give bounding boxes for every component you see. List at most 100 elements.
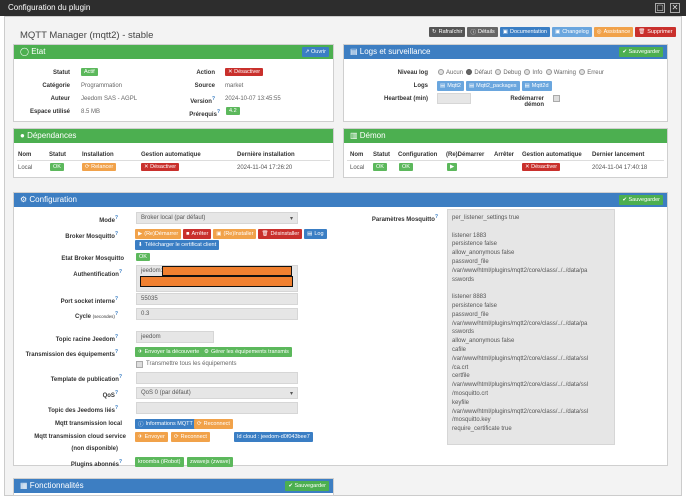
redacted-block: [140, 276, 293, 287]
logs-save-button[interactable]: ✔ Sauvegarder: [619, 47, 663, 57]
fonctionnalites-title: Fonctionnalités: [29, 481, 84, 490]
deactivate-plugin-button[interactable]: ✕ Désactiver: [225, 68, 264, 76]
list-icon: ▣: [554, 29, 561, 35]
download-cert-button[interactable]: ⬇ Télécharger le certificat client: [135, 240, 220, 250]
delete-button[interactable]: 🗑 Supprimer: [635, 27, 676, 37]
info-icon: ⓘ: [470, 30, 476, 36]
info-mqtt-button[interactable]: ⓘ Informations MQTT: [135, 419, 196, 429]
help-icon: ?: [114, 215, 118, 221]
action-label: Action: [196, 70, 215, 76]
template-label: Template de publication?: [50, 374, 122, 383]
deps-col-gestion: Gestion automatique: [141, 152, 201, 158]
espace-value: 8.5 MB: [81, 109, 101, 115]
auth-label: Authentification?: [73, 269, 122, 278]
demon-deactivate-button[interactable]: ✕ Désactiver: [522, 163, 561, 171]
chevron-down-icon: ▾: [289, 216, 293, 222]
reconnect-cloud-button[interactable]: ⟳ Reconnect: [171, 432, 210, 442]
help-icon: ?: [434, 214, 438, 220]
broker-restart-button[interactable]: ▶ (Re)Démarrer: [135, 229, 182, 239]
send-discovery-button[interactable]: ✈ Envoyer la découverte: [135, 347, 203, 357]
cycle-input[interactable]: 0.3: [136, 308, 298, 320]
broker-install-button[interactable]: ▣ (Re)Installer: [213, 229, 257, 239]
config-save-button[interactable]: ✔ Sauvegarder: [619, 195, 663, 205]
statut-label: Statut: [53, 70, 70, 76]
details-button[interactable]: ⓘ Détails: [467, 27, 498, 37]
log-mqtt2-packages-button[interactable]: ▤ Mqtt2_packages: [465, 81, 520, 91]
prereq-label: Prérequis?: [189, 109, 220, 118]
etat-title: Etat: [31, 47, 46, 56]
log-mqtt2-button[interactable]: ▤ Mqtt2: [437, 81, 464, 91]
page-title: MQTT Manager (mqtt2) - stable: [20, 30, 154, 41]
heartbeat-input[interactable]: [437, 93, 471, 104]
mosquitto-params-textarea[interactable]: per_listener_settings true listener 1883…: [447, 209, 615, 445]
send-cloud-button[interactable]: ✈ Envoyer: [135, 432, 168, 442]
demon-header: ▥ Démon: [344, 129, 667, 143]
help-icon: ?: [216, 109, 220, 115]
qos-label: QoS?: [102, 390, 118, 399]
restart-daemon-checkbox[interactable]: [553, 95, 560, 102]
help-icon: ?: [114, 390, 118, 396]
demon-col-dernier: Dernier lancement: [592, 152, 645, 158]
fonctionnalites-save-button[interactable]: ✔ Sauvegarder: [285, 481, 329, 491]
close-icon[interactable]: ✕: [670, 3, 680, 13]
transmit-all-label: Transmettre tous les équipements: [146, 361, 237, 367]
etat-broker-badge: OK: [136, 253, 150, 261]
changelog-button[interactable]: ▣ Changelog: [551, 27, 592, 37]
divider: [17, 160, 330, 161]
port-label: Port socket interne?: [60, 296, 118, 305]
transmit-all-checkbox[interactable]: [136, 361, 143, 368]
radio-erreur[interactable]: Erreur: [579, 69, 604, 76]
help-icon: ◎: [596, 29, 602, 35]
radio-warning[interactable]: Warning: [545, 69, 576, 76]
play-icon[interactable]: ▶: [447, 163, 458, 171]
broker-uninstall-button[interactable]: 🗑 Désinstaller: [258, 229, 303, 239]
params-label: Paramètres Mosquitto?: [371, 214, 438, 223]
mqtt-local-label: Mqtt transmission local: [54, 421, 122, 427]
help-icon: ?: [118, 269, 122, 275]
open-button[interactable]: ↗ Ouvrir: [301, 47, 329, 57]
deps-statut-badge: OK: [50, 163, 64, 171]
template-input[interactable]: [136, 372, 298, 384]
assistance-button[interactable]: ◎ Assistance: [593, 27, 634, 37]
espace-label: Espace utilisé: [29, 109, 70, 115]
qos-select[interactable]: QoS 0 (par défaut) ▾: [136, 387, 298, 399]
demon-col-gestion: Gestion automatique: [522, 152, 582, 158]
broker-stop-button[interactable]: ■ Arrêter: [183, 229, 212, 239]
topic-linked-input[interactable]: [136, 402, 298, 414]
radio-aucun[interactable]: Aucun: [438, 69, 463, 76]
broker-log-button[interactable]: ▤ Log: [304, 229, 327, 239]
restore-icon[interactable]: ▢: [655, 3, 665, 13]
reconnect-local-button[interactable]: ⟳ Reconnect: [194, 419, 233, 429]
documentation-button[interactable]: ▣ Documentation: [499, 27, 550, 37]
auteur-value: Jeedom SAS - AGPL: [81, 96, 138, 102]
categorie-value: Programmation: [81, 83, 123, 89]
relaunch-deps-button[interactable]: ⟳ Relancer: [82, 163, 117, 171]
logs-header: ▤ Logs et surveillance ✔ Sauvegarder: [344, 45, 667, 59]
source-label: Source: [194, 83, 215, 89]
window-title: Configuration du plugin: [8, 3, 91, 12]
log-mqtt2d-button[interactable]: ▤ Mqtt2d: [521, 81, 552, 91]
help-icon: ?: [114, 349, 118, 355]
mode-label: Mode?: [99, 215, 118, 224]
radio-info[interactable]: Info: [524, 69, 542, 76]
prereq-badge: 4.2: [226, 107, 240, 115]
radio-defaut[interactable]: Défaut: [466, 69, 492, 76]
fonctionnalites-header: ▦ Fonctionnalités ✔ Sauvegarder: [14, 479, 333, 493]
manage-equipments-button[interactable]: ⚙ Gérer les équipements transmis: [201, 347, 292, 357]
topic-input[interactable]: jeedom: [136, 331, 214, 343]
plugin-badge-kroomba: kroomba (iRobot): [135, 457, 184, 467]
config-header: ⚙ Configuration ✔ Sauvegarder: [14, 193, 667, 207]
cloud-id-badge: Id cloud : jeedom-d0f043bee7: [234, 432, 313, 442]
demon-title: Démon: [359, 131, 386, 140]
deps-deactivate-button[interactable]: ✕ Désactiver: [141, 163, 180, 171]
demon-last-launch: 2024-11-04 17:40:18: [592, 165, 648, 171]
demon-col-statut: Statut: [373, 152, 390, 158]
help-icon: ?: [118, 374, 122, 380]
transmission-label: Transmission des équipements?: [25, 349, 118, 358]
broker-label: Broker Mosquitto?: [65, 231, 118, 240]
help-icon: ?: [114, 296, 118, 302]
auteur-label: Auteur: [50, 96, 70, 102]
mode-select[interactable]: Broker local (par défaut) ▾: [136, 212, 298, 224]
refresh-button[interactable]: ↻ Rafraîchir: [429, 27, 466, 37]
radio-debug[interactable]: Debug: [495, 69, 521, 76]
